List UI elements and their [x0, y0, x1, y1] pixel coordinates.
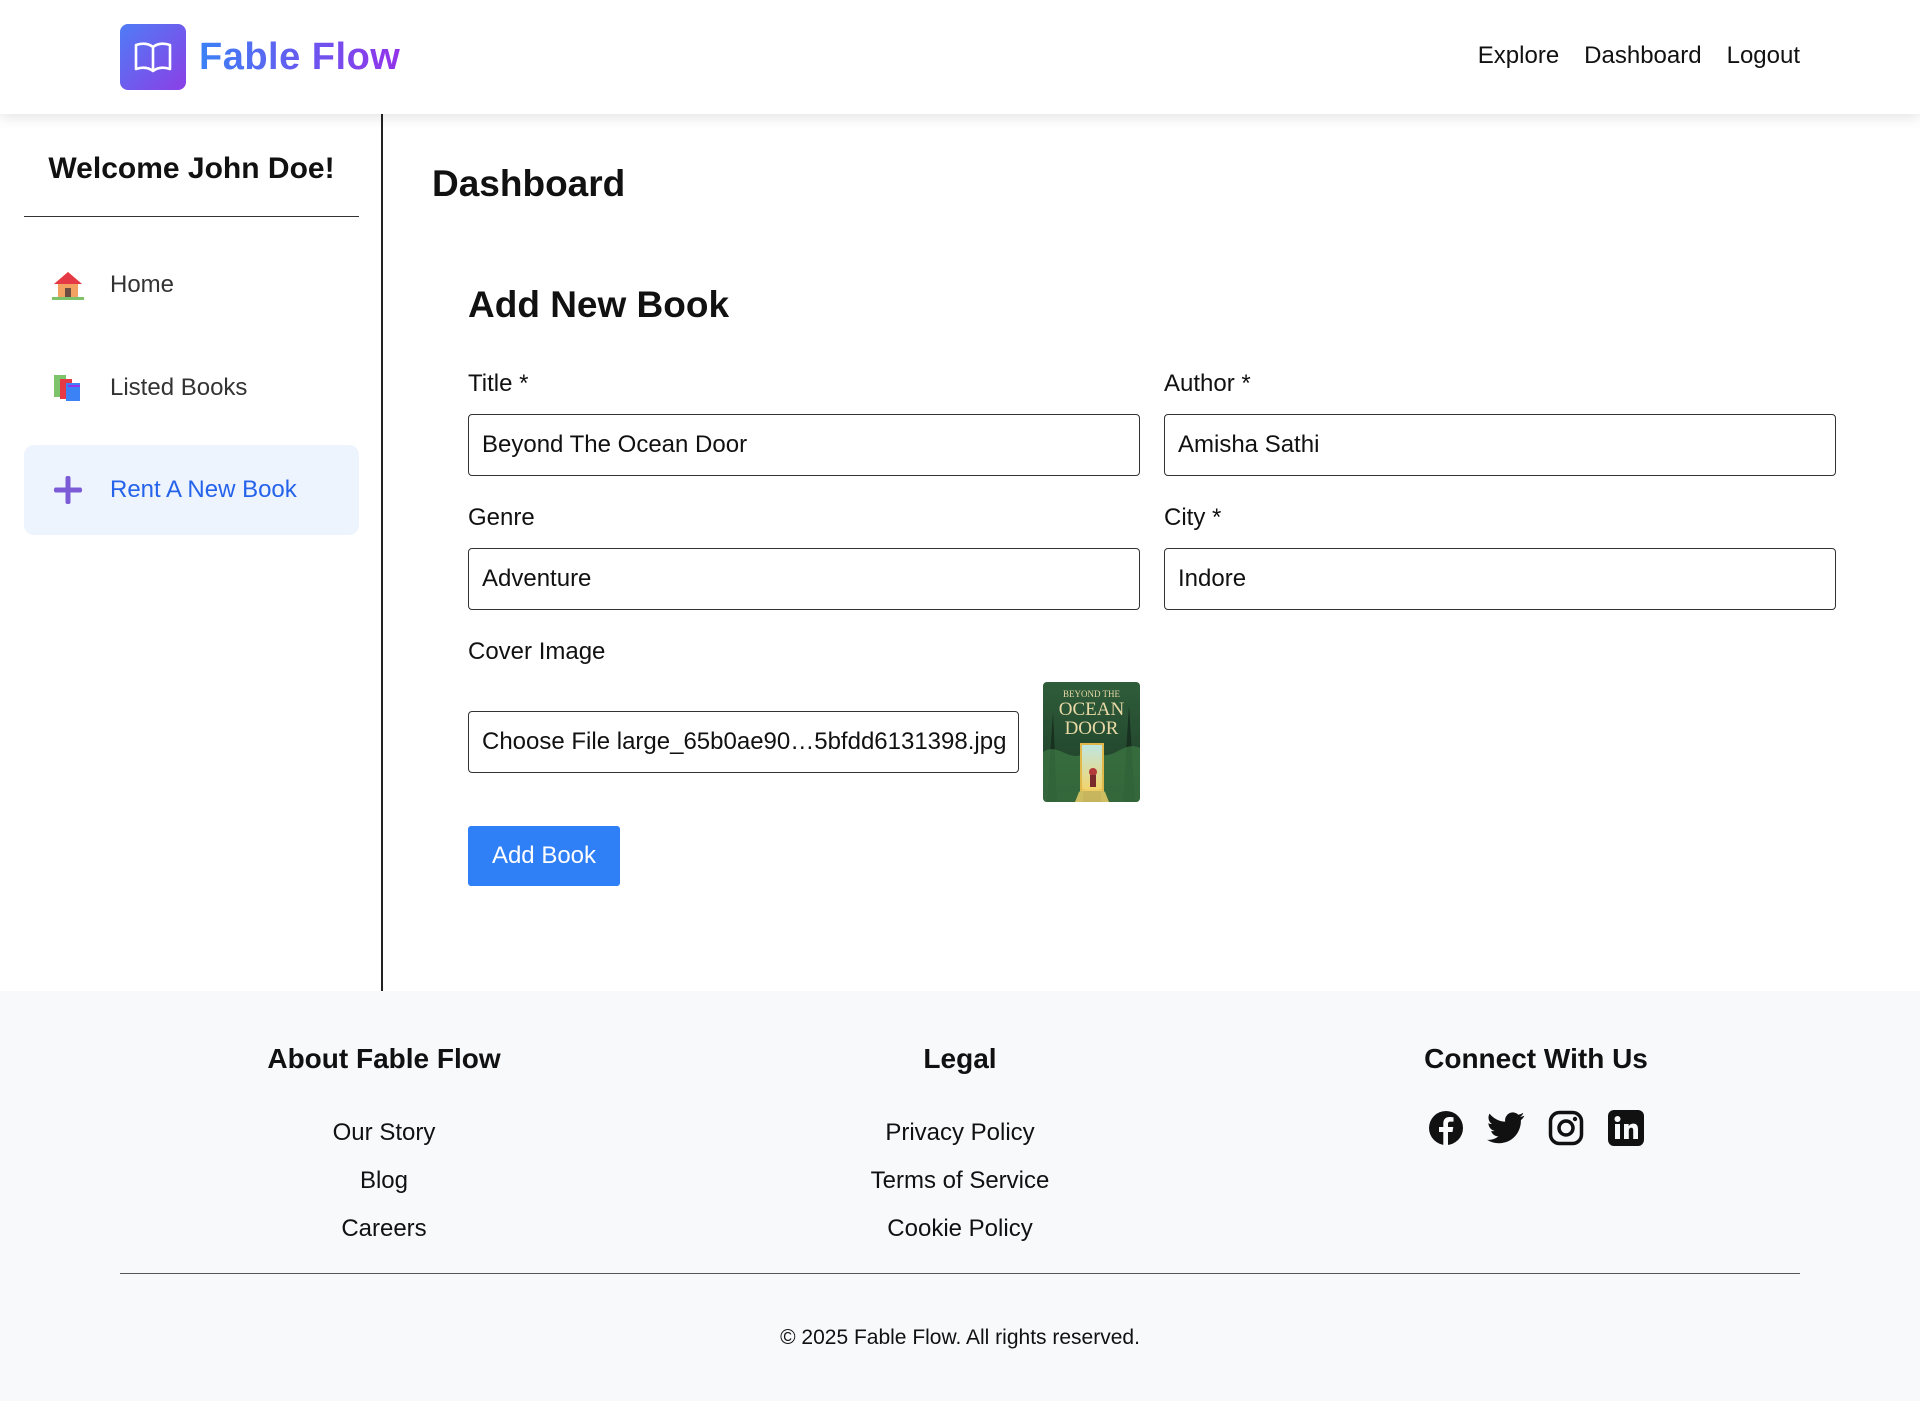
author-input[interactable] [1164, 414, 1836, 476]
footer-divider [120, 1273, 1800, 1274]
form-title: Add New Book [468, 284, 730, 325]
city-input[interactable] [1164, 548, 1836, 610]
brand-name: Fable Flow [199, 35, 401, 78]
footer-link-privacy-policy[interactable]: Privacy Policy [810, 1109, 1110, 1157]
footer-link-our-story[interactable]: Our Story [234, 1109, 534, 1157]
selected-filename: large_65b0ae90…5bfdd6131398.jpg [616, 728, 1007, 755]
welcome-message: Welcome John Doe! [48, 152, 335, 185]
book-open-icon [120, 24, 186, 90]
sidebar: Welcome John Doe! Home Listed Books Rent… [0, 114, 383, 991]
footer-link-blog[interactable]: Blog [234, 1157, 534, 1205]
footer-legal-heading: Legal [923, 1043, 997, 1074]
main-nav: Explore Dashboard Logout [1478, 42, 1800, 70]
social-links [1386, 1109, 1686, 1147]
cover-title-line-2: OCEAN [1059, 699, 1125, 720]
city-label: City * [1164, 504, 1222, 531]
cover-title-line-3: DOOR [1065, 718, 1119, 739]
footer-link-careers[interactable]: Careers [234, 1205, 534, 1253]
footer-legal-column: Legal Privacy Policy Terms of Service Co… [810, 1043, 1110, 1253]
title-label: Title * [468, 370, 529, 397]
sidebar-divider [24, 216, 359, 217]
sidebar-item-rent-new-book[interactable]: Rent A New Book [24, 445, 359, 535]
genre-input[interactable] [468, 548, 1140, 610]
instagram-icon[interactable] [1547, 1109, 1585, 1147]
nav-explore[interactable]: Explore [1478, 42, 1559, 70]
top-header: Fable Flow Explore Dashboard Logout [0, 0, 1920, 114]
sidebar-item-label: Home [110, 271, 175, 298]
genre-label: Genre [468, 504, 535, 531]
nav-dashboard[interactable]: Dashboard [1584, 42, 1701, 70]
copyright-text: © 2025 Fable Flow. All rights reserved. [780, 1326, 1140, 1349]
sidebar-item-home[interactable]: Home [24, 240, 359, 330]
cover-file-input[interactable]: Choose File large_65b0ae90…5bfdd6131398.… [468, 711, 1019, 773]
brand-logo[interactable]: Fable Flow [120, 24, 400, 90]
sidebar-item-label: Listed Books [110, 374, 248, 401]
footer-link-cookie-policy[interactable]: Cookie Policy [810, 1205, 1110, 1253]
books-icon [52, 372, 84, 404]
page-title: Dashboard [432, 163, 626, 204]
footer-connect-column: Connect With Us [1386, 1043, 1686, 1147]
cover-image-label: Cover Image [468, 638, 606, 665]
sidebar-item-listed-books[interactable]: Listed Books [24, 343, 359, 433]
cover-image-preview: BEYOND THE OCEAN DOOR [1043, 682, 1140, 802]
author-label: Author * [1164, 370, 1251, 397]
footer-about-heading: About Fable Flow [267, 1043, 501, 1074]
linkedin-icon[interactable] [1607, 1109, 1645, 1147]
nav-logout[interactable]: Logout [1727, 42, 1800, 70]
footer-about-column: About Fable Flow Our Story Blog Careers [234, 1043, 534, 1253]
footer-connect-heading: Connect With Us [1424, 1043, 1648, 1074]
title-input[interactable] [468, 414, 1140, 476]
cover-title-line-1: BEYOND THE [1063, 689, 1121, 699]
sidebar-item-label: Rent A New Book [110, 476, 297, 503]
house-icon [52, 269, 84, 301]
plus-icon [52, 474, 84, 506]
twitter-icon[interactable] [1487, 1109, 1525, 1147]
choose-file-button[interactable]: Choose File [482, 728, 610, 756]
facebook-icon[interactable] [1427, 1109, 1465, 1147]
add-book-button[interactable]: Add Book [468, 826, 620, 886]
footer: About Fable Flow Our Story Blog Careers … [0, 991, 1920, 1401]
footer-link-terms-of-service[interactable]: Terms of Service [810, 1157, 1110, 1205]
